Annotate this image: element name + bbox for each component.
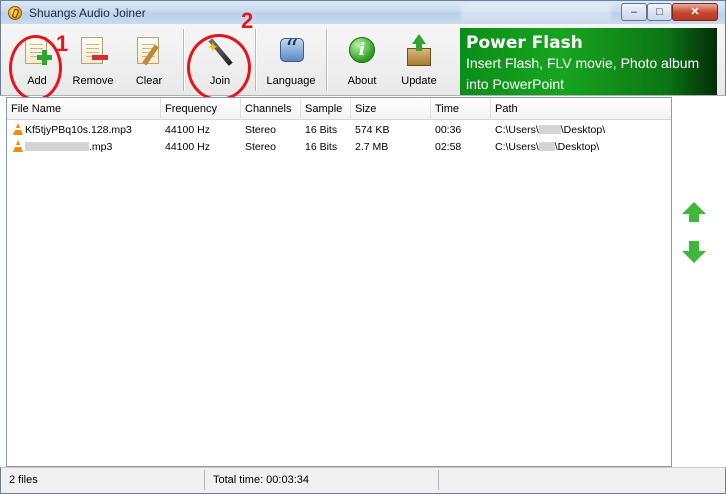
column-path[interactable]: Path [491,98,671,120]
banner-line-1: Insert Flash, FLV movie, Photo album [466,55,700,71]
language-button[interactable]: Language [263,24,319,96]
cell-channels: Stereo [245,141,276,153]
cell-size: 574 KB [355,124,390,136]
language-icon [276,35,306,66]
language-label: Language [266,75,316,87]
update-label: Update [401,75,437,87]
banner-title: Power Flash [466,33,583,53]
annotation-number-1: 1 [56,31,69,56]
cell-time: 00:36 [435,124,462,136]
move-down-button[interactable] [682,241,706,265]
cell-path: C:\Users\ \Desktop\ [495,141,600,153]
remove-button[interactable]: Remove [67,24,119,96]
clear-icon [134,36,164,66]
toolbar-separator [255,29,256,91]
column-time[interactable]: Time [431,98,491,120]
toolbar-separator [183,29,184,91]
cell-file-name: .mp3 [9,139,161,156]
redacted-filename [25,142,89,151]
cell-channels: Stereo [245,124,276,136]
annotation-number-2: 2 [241,8,254,33]
arrow-down-icon [682,251,706,263]
about-label: About [347,75,377,87]
column-frequency[interactable]: Frequency [161,98,241,120]
vlc-cone-icon [13,140,23,152]
remove-label: Remove [72,75,114,87]
title-blur [461,4,611,20]
column-channels[interactable]: Channels [241,98,301,120]
vlc-cone-icon [13,123,23,135]
table-row[interactable]: .mp3 44100 Hz Stereo 16 Bits 2.7 MB 02:5… [7,139,671,156]
cell-frequency: 44100 Hz [165,141,210,153]
clear-button[interactable]: Clear [123,24,175,96]
annotation-circle-1 [9,35,62,101]
clear-label: Clear [135,75,163,87]
move-up-button[interactable] [682,202,706,226]
status-bar: 2 files Total time: 00:03:34 [0,467,726,494]
close-button[interactable]: ✕ [672,3,718,21]
cell-sample: 16 Bits [305,141,338,153]
cell-sample: 16 Bits [305,124,338,136]
window-title: Shuangs Audio Joiner [29,6,146,20]
app-icon [8,6,22,20]
title-bar: Shuangs Audio Joiner – □ ✕ [0,0,726,24]
cell-path: C:\Users\ \Desktop\ [495,124,606,136]
power-flash-banner[interactable]: Power Flash Insert Flash, FLV movie, Pho… [460,28,717,95]
column-file-name[interactable]: File Name [7,98,161,120]
remove-file-icon [78,36,108,66]
maximize-button[interactable]: □ [647,3,672,21]
column-size[interactable]: Size [351,98,431,120]
redacted-username [538,142,555,151]
about-info-icon: i [347,36,377,66]
cell-file-name: Kf5tjyPBq10s.128.mp3 [9,122,161,139]
update-button[interactable]: Update [393,24,445,96]
cell-frequency: 44100 Hz [165,124,210,136]
status-file-count: 2 files [5,470,205,490]
column-sample[interactable]: Sample [301,98,351,120]
about-button[interactable]: i About [335,24,389,96]
list-header: File Name Frequency Channels Sample Size… [7,98,671,120]
annotation-circle-2 [187,34,251,101]
cell-time: 02:58 [435,141,462,153]
table-row[interactable]: Kf5tjyPBq10s.128.mp3 44100 Hz Stereo 16 … [7,122,671,139]
banner-line-2: into PowerPoint [466,76,565,92]
minimize-button[interactable]: – [621,3,647,21]
redacted-username [538,125,561,134]
toolbar-separator [326,29,327,91]
cell-size: 2.7 MB [355,141,389,153]
status-total-time: Total time: 00:03:34 [209,470,439,490]
file-list[interactable]: File Name Frequency Channels Sample Size… [6,97,672,467]
update-icon [404,34,434,66]
